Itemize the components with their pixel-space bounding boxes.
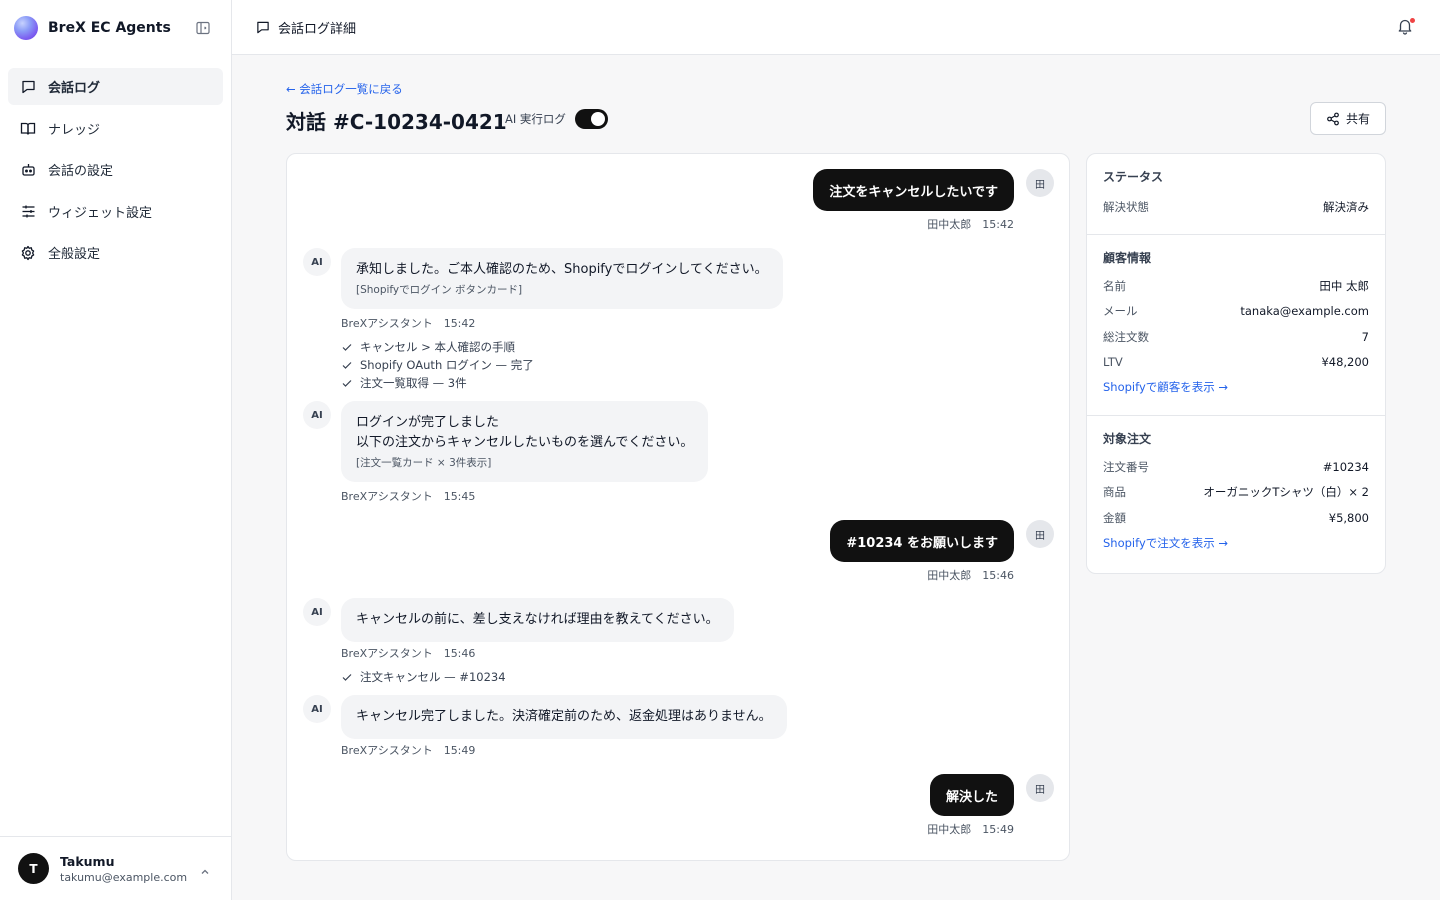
brand-name: BreX EC Agents xyxy=(48,20,171,36)
ai-log-toggle[interactable] xyxy=(575,109,608,129)
share-label: 共有 xyxy=(1345,112,1370,126)
message-meta: 田中太郎 15:46 xyxy=(927,569,1014,582)
brand-logo xyxy=(14,16,38,40)
ai-message: キャンセル完了しました。決済確定前のため、返金処理はありません。 xyxy=(341,695,787,739)
sidebar-item-label: 会話ログ xyxy=(48,81,101,96)
sidebar-item-widget-settings[interactable]: ウィジェット設定 xyxy=(8,193,223,230)
sidebar-item-label: ウィジェット設定 xyxy=(48,205,153,221)
message-meta: BreXアシスタント 15:46 xyxy=(341,647,476,660)
ai-avatar: AI xyxy=(303,248,331,276)
execution-step: キャンセル > 本人確認の手順 xyxy=(341,338,534,356)
ai-avatar: AI xyxy=(303,401,331,429)
view-order-in-shopify-link[interactable]: Shopifyで注文を表示 → xyxy=(1103,531,1369,555)
message-meta: 田中太郎 15:42 xyxy=(927,218,1014,231)
chat-bubble-icon xyxy=(20,79,36,95)
share-icon xyxy=(1326,112,1340,126)
sidebar-item-general-settings[interactable]: 全般設定 xyxy=(8,234,223,271)
chevron-up-icon xyxy=(199,863,211,875)
sidebar: BreX EC Agents 会話ログ ナレッジ 会話の設定 ウィジェット設定 … xyxy=(0,0,232,900)
info-row: LTV ¥48,200 xyxy=(1103,355,1369,370)
check-icon xyxy=(341,377,353,389)
view-customer-in-shopify-link[interactable]: Shopifyで顧客を表示 → xyxy=(1103,375,1369,399)
message-text: 以下の注文からキャンセルしたいものを選んでください。 xyxy=(356,435,694,450)
info-row: 注文番号 #10234 xyxy=(1103,459,1369,474)
toggle-knob xyxy=(591,112,605,126)
sidebar-item-label: 会話の設定 xyxy=(48,164,114,179)
message-text: キャンセル完了しました。決済確定前のため、返金処理はありません。 xyxy=(356,709,772,724)
message-meta: BreXアシスタント 15:45 xyxy=(341,490,476,503)
ai-execution-steps: キャンセル > 本人確認の手順 Shopify OAuth ログイン — 完了 … xyxy=(341,338,534,392)
user-email: takumu@example.com xyxy=(60,870,188,884)
topbar: 会話ログ詳細 xyxy=(232,0,1440,55)
user-menu[interactable]: T Takumu takumu@example.com xyxy=(0,836,231,900)
info-row: 金額 ¥5,800 xyxy=(1103,510,1369,525)
avatar: T xyxy=(18,853,49,884)
message-meta: 田中太郎 15:49 xyxy=(927,823,1014,836)
ai-message: ログインが完了しました 以下の注文からキャンセルしたいものを選んでください。 [… xyxy=(341,401,709,482)
info-panel: ステータス 解決状態 解決済み 顧客情報 名前 田中 太郎 メール tanaka@e… xyxy=(1086,153,1386,574)
check-icon xyxy=(341,671,353,683)
ai-message: キャンセルの前に、差し支えなければ理由を教えてください。 xyxy=(341,598,734,642)
sidebar-item-conversation-settings[interactable]: 会話の設定 xyxy=(8,151,223,188)
ai-message: 承知しました。ご本人確認のため、Shopifyでログインしてください。 [Sho… xyxy=(341,248,783,309)
info-row: 解決状態 解決済み xyxy=(1103,199,1369,214)
notification-bell-icon[interactable] xyxy=(1396,17,1416,37)
ai-avatar: AI xyxy=(303,598,331,626)
book-icon xyxy=(20,120,36,136)
status-badge: 解決済み xyxy=(1323,199,1369,214)
ai-avatar: AI xyxy=(303,695,331,723)
status-section: ステータス 解決状態 解決済み xyxy=(1087,154,1385,235)
message-meta: BreXアシスタント 15:42 xyxy=(341,317,476,330)
card-placeholder: [注文一覧カード × 3件表示] xyxy=(356,457,492,469)
sidebar-nav: 会話ログ ナレッジ 会話の設定 ウィジェット設定 全般設定 xyxy=(8,68,223,276)
message-text: 承知しました。ご本人確認のため、Shopifyでログインしてください。 xyxy=(356,262,768,277)
section-title: ステータス xyxy=(1103,170,1164,184)
sliders-icon xyxy=(20,203,36,219)
execution-step: 注文一覧取得 — 3件 xyxy=(341,374,534,392)
check-icon xyxy=(341,341,353,353)
message-meta: BreXアシスタント 15:49 xyxy=(341,744,476,757)
message-text: キャンセルの前に、差し支えなければ理由を教えてください。 xyxy=(356,612,719,627)
section-title: 対象注文 xyxy=(1103,432,1152,446)
message-text: ログインが完了しました xyxy=(356,415,500,430)
check-icon xyxy=(341,359,353,371)
gear-icon xyxy=(20,245,36,261)
sidebar-collapse-icon[interactable] xyxy=(193,18,213,38)
sidebar-item-conversation-log[interactable]: 会話ログ xyxy=(8,68,223,105)
execution-step: 注文キャンセル — #10234 xyxy=(341,668,506,686)
topbar-title: 会話ログ詳細 xyxy=(278,21,357,37)
page-title: 対話 #C-10234-0421 xyxy=(286,110,507,134)
user-message: 解決した xyxy=(929,774,1014,816)
info-row: 総注文数 7 xyxy=(1103,329,1369,344)
user-name: Takumu xyxy=(60,853,115,869)
ai-log-label: AI 実行ログ xyxy=(505,112,566,126)
customer-section: 顧客情報 名前 田中 太郎 メール tanaka@example.com 総注文数 7… xyxy=(1087,235,1385,416)
chat-panel: 注文をキャンセルしたいです 田 田中太郎 15:42 AI 承知しました。ご本人… xyxy=(286,153,1070,861)
user-avatar: 田 xyxy=(1026,774,1054,802)
user-message: #10234 をお願いします xyxy=(830,520,1014,562)
user-avatar: 田 xyxy=(1026,520,1054,548)
back-to-list-link[interactable]: ← 会話ログ一覧に戻る xyxy=(286,81,403,97)
ai-execution-steps: 注文キャンセル — #10234 xyxy=(341,668,506,686)
user-message: 注文をキャンセルしたいです xyxy=(813,169,1014,211)
sidebar-item-label: 全般設定 xyxy=(48,247,101,262)
sidebar-item-label: ナレッジ xyxy=(48,122,101,138)
info-row: 商品 オーガニックTシャツ（白）× 2 xyxy=(1103,485,1369,500)
chat-bubble-icon xyxy=(256,20,270,34)
robot-icon xyxy=(20,162,36,178)
info-row: 名前 田中 太郎 xyxy=(1103,278,1369,293)
order-section: 対象注文 注文番号 #10234 商品 オーガニックTシャツ（白）× 2 金額 ¥5,… xyxy=(1087,416,1385,555)
section-title: 顧客情報 xyxy=(1103,251,1152,265)
share-button[interactable]: 共有 xyxy=(1310,102,1386,135)
notification-dot xyxy=(1410,18,1415,23)
card-placeholder: [Shopifyでログイン ボタンカード] xyxy=(356,284,523,296)
user-avatar: 田 xyxy=(1026,169,1054,197)
info-row: メール tanaka@example.com xyxy=(1103,304,1369,319)
brand[interactable]: BreX EC Agents xyxy=(14,15,171,41)
sidebar-item-knowledge[interactable]: ナレッジ xyxy=(8,110,223,147)
execution-step: Shopify OAuth ログイン — 完了 xyxy=(341,356,534,374)
